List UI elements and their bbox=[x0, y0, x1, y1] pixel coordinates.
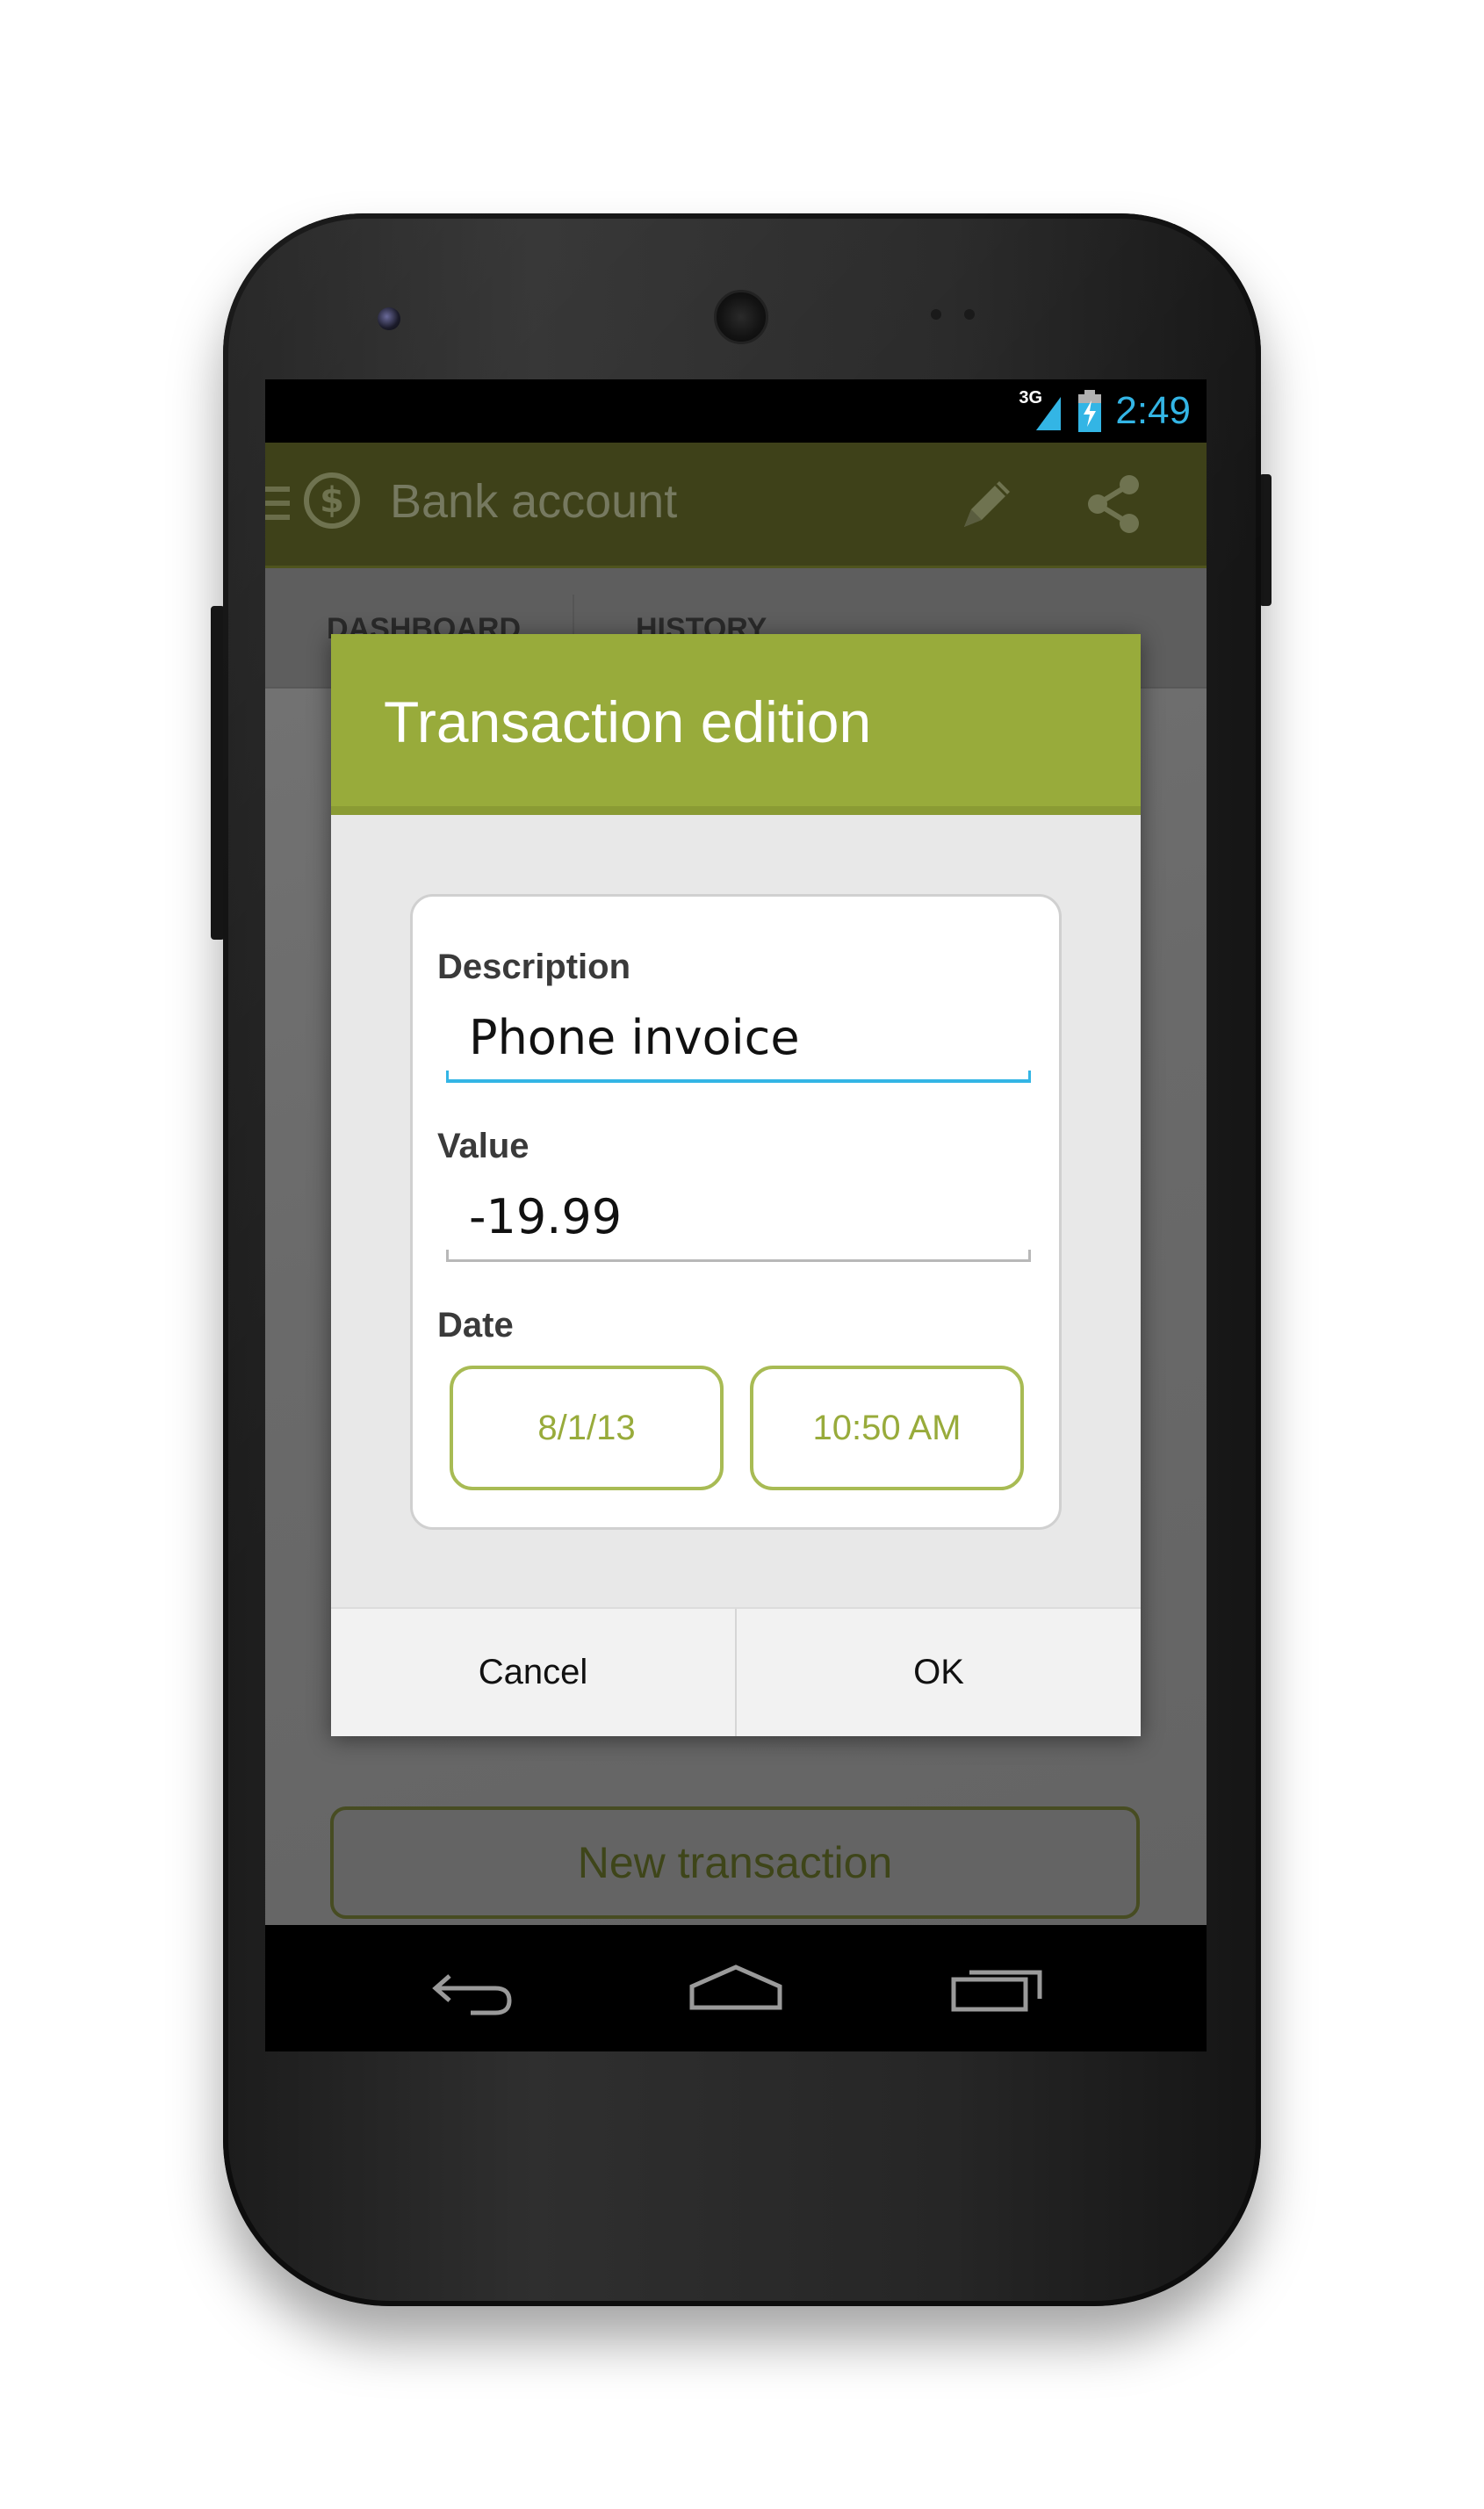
navigation-bar bbox=[265, 1925, 1207, 2051]
form-card: Description Value Date 8/1/13 10:50 AM bbox=[410, 894, 1062, 1530]
recent-apps-icon[interactable] bbox=[945, 1951, 1050, 2025]
share-icon[interactable] bbox=[1080, 469, 1150, 539]
power-button bbox=[1259, 474, 1271, 606]
signal-icon: 3G bbox=[1019, 388, 1064, 434]
description-label: Description bbox=[437, 948, 631, 986]
phone-screen: 3G 2:49 $ Bank account DASHBOARD HISTORY… bbox=[265, 379, 1207, 2051]
cancel-button[interactable]: Cancel bbox=[331, 1609, 735, 1736]
date-label: Date bbox=[437, 1306, 514, 1345]
dialog-header: Transaction edition bbox=[331, 634, 1141, 815]
value-underline bbox=[446, 1250, 1031, 1262]
proximity-sensor bbox=[931, 309, 941, 320]
description-underline bbox=[446, 1071, 1031, 1083]
transaction-dialog: Transaction edition Description Value Da… bbox=[331, 634, 1141, 1736]
status-bar: 3G 2:49 bbox=[265, 379, 1207, 443]
dollar-symbol: $ bbox=[320, 480, 344, 521]
new-transaction-button[interactable]: New transaction bbox=[330, 1806, 1140, 1919]
home-icon[interactable] bbox=[683, 1951, 789, 2025]
battery-icon bbox=[1077, 388, 1103, 434]
dialog-button-bar: Cancel OK bbox=[331, 1607, 1141, 1736]
action-bar: $ Bank account bbox=[265, 443, 1207, 568]
pencil-icon[interactable] bbox=[952, 469, 1022, 539]
ok-button[interactable]: OK bbox=[737, 1609, 1141, 1736]
dialog-title: Transaction edition bbox=[384, 689, 872, 754]
date-picker-button[interactable]: 8/1/13 bbox=[450, 1366, 724, 1490]
description-field[interactable] bbox=[446, 1004, 1031, 1071]
dollar-icon[interactable]: $ bbox=[304, 472, 360, 529]
status-time: 2:49 bbox=[1115, 389, 1191, 432]
value-field[interactable] bbox=[446, 1183, 1031, 1250]
time-picker-button[interactable]: 10:50 AM bbox=[750, 1366, 1024, 1490]
back-icon[interactable] bbox=[418, 1951, 523, 2025]
menu-icon[interactable] bbox=[265, 487, 290, 522]
front-camera bbox=[378, 307, 400, 330]
earpiece-speaker bbox=[714, 290, 768, 344]
app-title: Bank account bbox=[390, 475, 678, 528]
value-label: Value bbox=[437, 1127, 529, 1165]
light-sensor bbox=[964, 309, 975, 320]
